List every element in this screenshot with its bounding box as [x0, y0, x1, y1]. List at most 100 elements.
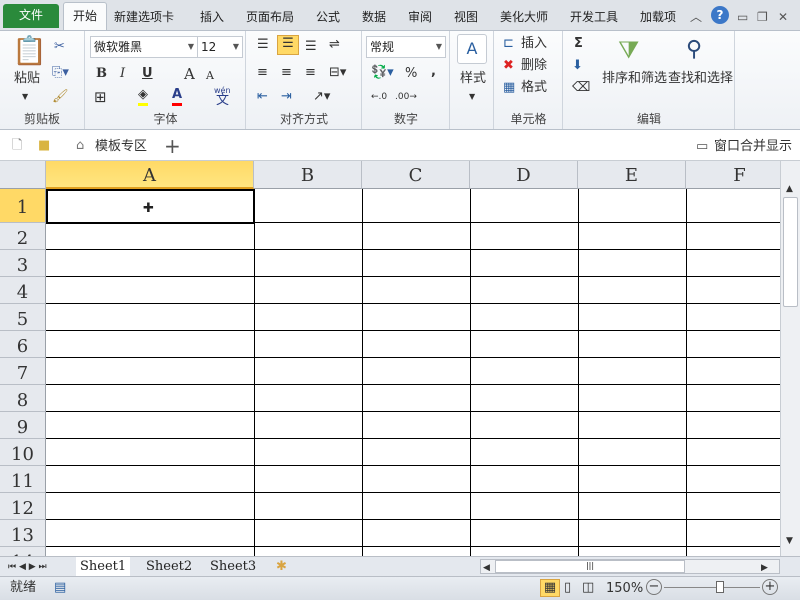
- currency-icon[interactable]: 💱▾: [371, 65, 394, 81]
- paste-button[interactable]: 粘贴: [14, 71, 40, 87]
- page-layout-view-icon[interactable]: ▯: [564, 580, 571, 596]
- row-header-9[interactable]: 9: [0, 412, 46, 439]
- sort-filter-icon[interactable]: ⧩: [618, 35, 639, 65]
- column-header-F[interactable]: F: [686, 161, 780, 189]
- sheet-tab-3[interactable]: Sheet3: [206, 557, 260, 577]
- row-header-8[interactable]: 8: [0, 385, 46, 412]
- increase-decimal-icon[interactable]: ←.0: [371, 89, 387, 105]
- tab-new[interactable]: 新建选项卡: [114, 6, 174, 30]
- insert-cells-icon[interactable]: ⊏: [503, 36, 514, 52]
- tab-review[interactable]: 审阅: [408, 6, 432, 30]
- new-sheet-icon[interactable]: ✱: [276, 559, 287, 575]
- delete-cells-icon[interactable]: ✖: [503, 58, 514, 74]
- scroll-thumb[interactable]: |||: [495, 560, 685, 573]
- find-select-icon[interactable]: ⚲: [686, 35, 702, 65]
- format-cells-button[interactable]: 格式: [521, 80, 547, 96]
- tab-view[interactable]: 视图: [454, 6, 478, 30]
- increase-indent-icon[interactable]: ⇥: [281, 89, 292, 105]
- align-center-icon[interactable]: ≡: [281, 65, 292, 81]
- row-header-13[interactable]: 13: [0, 520, 46, 547]
- normal-view-icon[interactable]: ▦: [540, 579, 560, 597]
- orientation-icon[interactable]: ↗▾: [313, 89, 330, 105]
- sheet-nav-icons[interactable]: ⏮ ◀ ▶ ⏭: [8, 559, 47, 575]
- column-header-C[interactable]: C: [362, 161, 470, 189]
- vertical-scrollbar[interactable]: ▲ ▼: [780, 161, 800, 556]
- align-right-icon[interactable]: ≡: [305, 65, 316, 81]
- align-bottom-icon[interactable]: ☰: [305, 39, 317, 55]
- copy-icon[interactable]: ⎘▾: [52, 65, 69, 81]
- close-icon[interactable]: ✕: [778, 6, 788, 30]
- tab-page-layout[interactable]: 页面布局: [246, 6, 294, 30]
- shrink-font-button[interactable]: A: [206, 68, 214, 84]
- decrease-decimal-icon[interactable]: .00→: [395, 89, 417, 105]
- column-header-D[interactable]: D: [470, 161, 578, 189]
- insert-cells-button[interactable]: 插入: [521, 36, 547, 52]
- paste-icon[interactable]: 📋: [12, 35, 47, 67]
- cut-icon[interactable]: ✂: [54, 39, 65, 55]
- minimize-icon[interactable]: ▭: [737, 6, 748, 30]
- grow-font-button[interactable]: A: [184, 66, 195, 82]
- find-select-button[interactable]: 查找和选择: [668, 71, 733, 87]
- borders-icon[interactable]: ⊞: [94, 89, 107, 105]
- tab-data[interactable]: 数据: [362, 6, 386, 30]
- collapse-ribbon-icon[interactable]: ︿: [690, 6, 702, 30]
- template-zone-link[interactable]: 模板专区: [95, 139, 147, 155]
- phonetic-icon[interactable]: 文: [216, 93, 229, 109]
- underline-button[interactable]: U: [142, 66, 153, 82]
- format-cells-icon[interactable]: ▦: [503, 80, 515, 96]
- merge-center-icon[interactable]: ⊟▾: [329, 65, 346, 81]
- number-format-select[interactable]: 常规 ▼: [366, 36, 446, 58]
- horizontal-scrollbar[interactable]: ◀ ||| ▶: [480, 559, 780, 574]
- sheet-tab-2[interactable]: Sheet2: [142, 557, 196, 577]
- zoom-level[interactable]: 150%: [606, 581, 643, 597]
- tab-insert[interactable]: 插入: [200, 6, 224, 30]
- select-all-corner[interactable]: [0, 161, 46, 189]
- tab-formulas[interactable]: 公式: [316, 6, 340, 30]
- delete-cells-button[interactable]: 删除: [521, 58, 547, 74]
- home-icon[interactable]: ⌂: [76, 138, 84, 154]
- row-header-10[interactable]: 10: [0, 439, 46, 466]
- new-file-icon[interactable]: 🗋: [12, 138, 22, 154]
- bold-button[interactable]: B: [96, 66, 107, 82]
- column-header-B[interactable]: B: [254, 161, 362, 189]
- add-tab-button[interactable]: +: [164, 135, 181, 157]
- chevron-down-icon[interactable]: ▼: [469, 89, 475, 105]
- format-painter-icon[interactable]: 🖌: [52, 89, 69, 105]
- column-header-E[interactable]: E: [578, 161, 686, 189]
- align-left-icon[interactable]: ≡: [257, 65, 268, 81]
- comma-button[interactable]: ,: [431, 64, 436, 80]
- sort-filter-button[interactable]: 排序和筛选: [602, 71, 667, 87]
- italic-button[interactable]: I: [120, 66, 125, 82]
- column-header-A[interactable]: A: [46, 161, 254, 189]
- row-header-12[interactable]: 12: [0, 493, 46, 520]
- font-name-select[interactable]: 微软雅黑 ▼: [90, 36, 198, 58]
- row-header-11[interactable]: 11: [0, 466, 46, 493]
- tab-beautify[interactable]: 美化大师: [500, 6, 548, 30]
- scroll-right-icon[interactable]: ▶: [761, 560, 768, 576]
- zoom-slider[interactable]: [664, 587, 760, 588]
- percent-button[interactable]: %: [405, 66, 417, 82]
- scroll-down-icon[interactable]: ▼: [786, 533, 793, 549]
- styles-button[interactable]: 样式: [460, 71, 486, 87]
- tab-addins[interactable]: 加载项: [640, 6, 676, 30]
- clear-icon[interactable]: ⌫: [572, 80, 590, 96]
- align-top-icon[interactable]: ☰: [257, 37, 269, 53]
- scroll-up-icon[interactable]: ▲: [786, 181, 793, 197]
- merge-windows-button[interactable]: 窗口合并显示: [714, 139, 792, 155]
- tab-home[interactable]: 开始: [63, 2, 107, 30]
- zoom-slider-thumb[interactable]: [716, 581, 724, 593]
- styles-icon[interactable]: A: [457, 34, 487, 64]
- spreadsheet-grid[interactable]: ABCDEF1234567891011121314✚: [0, 161, 780, 556]
- font-size-select[interactable]: 12 ▼: [197, 36, 243, 58]
- row-header-3[interactable]: 3: [0, 250, 46, 277]
- row-header-2[interactable]: 2: [0, 223, 46, 250]
- help-icon[interactable]: ?: [711, 6, 729, 24]
- decrease-indent-icon[interactable]: ⇤: [257, 89, 268, 105]
- tab-file[interactable]: 文件: [3, 4, 59, 28]
- scroll-left-icon[interactable]: ◀: [483, 560, 490, 576]
- row-header-5[interactable]: 5: [0, 304, 46, 331]
- zoom-in-button[interactable]: +: [762, 579, 778, 595]
- folder-icon[interactable]: ■: [38, 138, 50, 154]
- font-color-button[interactable]: A: [172, 87, 183, 106]
- row-header-14[interactable]: 14: [0, 547, 46, 556]
